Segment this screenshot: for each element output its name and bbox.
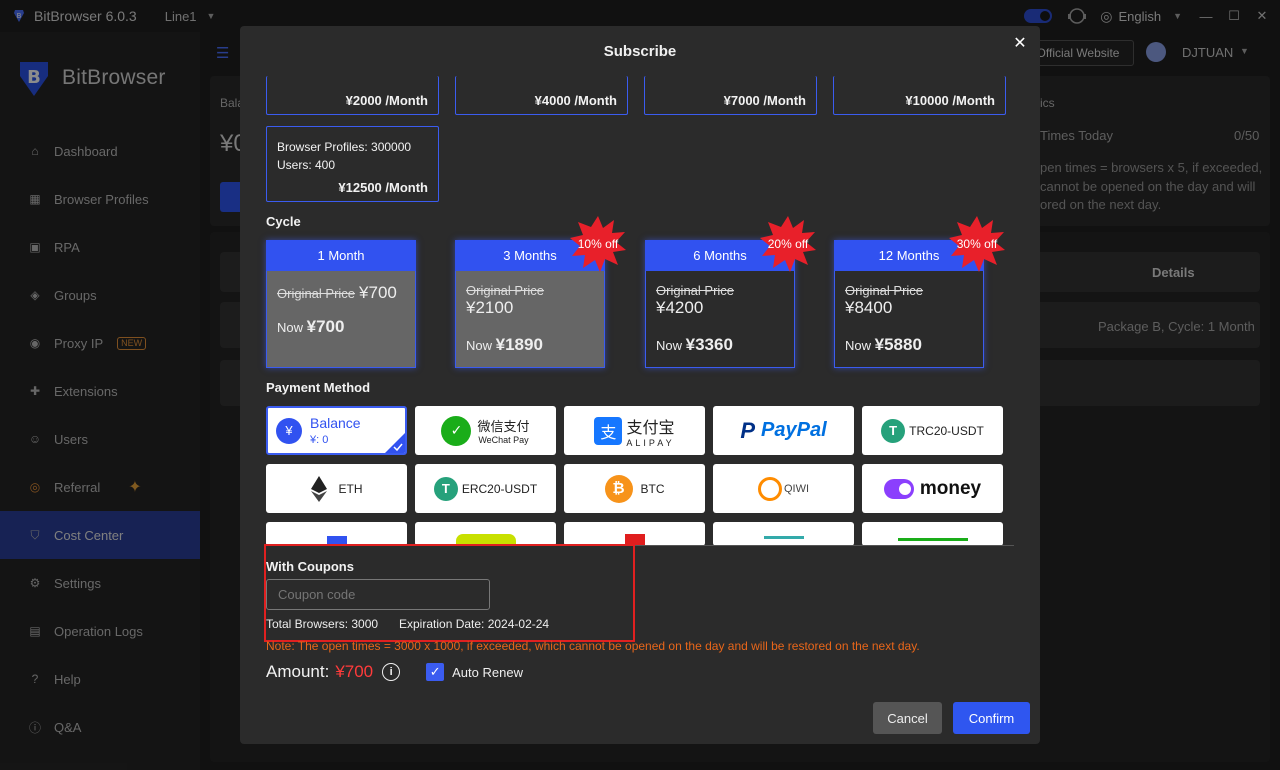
erc20-label: ERC20-USDT (461, 481, 538, 496)
eth-label: ETH (338, 481, 363, 496)
selected-check-icon (385, 433, 405, 453)
cycle-option-1-month[interactable]: 1 Month Original Price ¥700 Now ¥700 (266, 240, 416, 368)
payment-option[interactable] (713, 522, 854, 546)
modal-title: Subscribe (603, 43, 677, 60)
package-price: ¥4000 /Month (534, 93, 617, 108)
tether-icon: T (433, 476, 458, 501)
payment-yoomoney[interactable]: money (862, 464, 1003, 513)
open-times-note: Note: The open times = 3000 x 1000, if e… (266, 639, 920, 653)
original-price-label: Original Price (277, 286, 356, 301)
payment-trc20[interactable]: T TRC20-USDT (862, 406, 1003, 455)
coupon-label: With Coupons (266, 559, 354, 574)
discount-text: 30% off (956, 237, 998, 251)
paypal-icon: P (740, 417, 756, 443)
package-option[interactable]: ¥10000 /Month (833, 76, 1006, 115)
package-price: ¥2000 /Month (345, 93, 428, 108)
close-icon[interactable]: ✕ (1012, 36, 1028, 52)
now-label: Now (277, 320, 304, 335)
yoomoney-icon (883, 478, 914, 499)
btc-label: BTC (640, 481, 665, 496)
paypal-label: PayPal (761, 419, 827, 441)
now-price: ¥5880 (874, 335, 922, 354)
alipay-label: 支付宝 (626, 419, 675, 437)
wechat-label: 微信支付 (477, 419, 530, 434)
now-price: ¥1890 (495, 335, 543, 354)
amount-label: Amount: (266, 662, 330, 681)
amount-row: Amount: ¥700 i ✓ Auto Renew (266, 662, 523, 682)
original-price-value: ¥8400 (845, 298, 893, 317)
original-price-label: Original Price (845, 283, 924, 298)
payment-option[interactable] (862, 522, 1003, 546)
discount-text: 20% off (767, 237, 809, 251)
payment-balance[interactable]: ¥ Balance ¥: 0 (266, 406, 407, 455)
payment-qiwi[interactable]: QIWI (713, 464, 854, 513)
auto-renew-checkbox[interactable]: ✓ (426, 663, 445, 681)
package-price: ¥10000 /Month (905, 93, 995, 108)
discount-badge: 20% off (760, 216, 816, 272)
discount-text: 10% off (577, 237, 619, 251)
payment-alipay[interactable]: 支 支付宝 ALIPAY (564, 406, 705, 455)
original-price-label: Original Price (656, 283, 735, 298)
now-price: ¥700 (306, 317, 345, 336)
original-price-label: Original Price (466, 283, 545, 298)
tether-icon: T (881, 418, 906, 443)
coupon-input[interactable] (266, 579, 490, 610)
package-price: ¥12500 /Month (338, 180, 428, 195)
now-label: Now (656, 338, 683, 353)
discount-badge: 10% off (570, 216, 626, 272)
total-browsers: Total Browsers: 3000 (266, 617, 379, 631)
qiwi-label: QIWI (783, 482, 810, 495)
payment-erc20[interactable]: T ERC20-USDT (415, 464, 556, 513)
trc20-label: TRC20-USDT (909, 423, 984, 438)
wechat-icon: ✓ (441, 415, 472, 446)
wechat-sub: WeChat Pay (478, 435, 529, 445)
alipay-icon: 支 (594, 416, 623, 445)
yen-icon: ¥ (276, 417, 302, 444)
payment-eth[interactable]: ETH (266, 464, 407, 513)
cycle-body: Original Price ¥2100 Now ¥1890 (455, 271, 605, 368)
payment-btc[interactable]: ₿ BTC (564, 464, 705, 513)
package-option[interactable]: ¥4000 /Month (455, 76, 628, 115)
original-price-value: ¥2100 (466, 298, 514, 317)
payment-option[interactable] (564, 522, 705, 546)
original-price-value: ¥4200 (656, 298, 704, 317)
now-label: Now (845, 338, 872, 353)
auto-renew-label: Auto Renew (452, 664, 523, 680)
cycle-body: Original Price ¥4200 Now ¥3360 (645, 271, 795, 368)
qiwi-icon (757, 476, 782, 501)
package-option[interactable]: Browser Profiles: 300000 Users: 400 ¥125… (266, 126, 439, 202)
balance-pay-label: Balance (310, 415, 361, 431)
cancel-button[interactable]: Cancel (873, 702, 942, 734)
confirm-button[interactable]: Confirm (953, 702, 1030, 734)
balance-pay-amount: ¥: 0 (310, 434, 329, 446)
package-profiles: Browser Profiles: 300000 (277, 140, 412, 154)
info-icon[interactable]: i (382, 663, 401, 681)
bitcoin-icon: ₿ (604, 474, 633, 503)
money-label: money (919, 477, 982, 499)
package-price: ¥7000 /Month (723, 93, 806, 108)
payment-option[interactable] (266, 522, 407, 546)
expiration-date: Expiration Date: 2024-02-24 (399, 617, 550, 631)
ethereum-icon (310, 475, 327, 502)
payment-wechat[interactable]: ✓ 微信支付 WeChat Pay (415, 406, 556, 455)
amount-value: ¥700 (335, 662, 374, 681)
subscribe-modal: Subscribe ✕ ¥2000 /Month ¥4000 /Month ¥7… (240, 26, 1040, 744)
cycle-body: Original Price ¥8400 Now ¥5880 (834, 271, 984, 368)
package-option[interactable]: ¥2000 /Month (266, 76, 439, 115)
original-price-value: ¥700 (359, 283, 397, 302)
alipay-sub: ALIPAY (626, 437, 675, 448)
cycle-label: Cycle (266, 214, 301, 229)
package-option[interactable]: ¥7000 /Month (644, 76, 817, 115)
cycle-label: 1 Month (266, 240, 416, 271)
cycle-body: Original Price ¥700 Now ¥700 (266, 271, 416, 368)
discount-badge: 30% off (949, 216, 1005, 272)
package-users: Users: 400 (277, 158, 336, 172)
payment-option[interactable] (415, 522, 556, 546)
payment-paypal[interactable]: P PayPal (713, 406, 854, 455)
now-price: ¥3360 (685, 335, 733, 354)
now-label: Now (466, 338, 493, 353)
payment-method-label: Payment Method (266, 380, 371, 395)
